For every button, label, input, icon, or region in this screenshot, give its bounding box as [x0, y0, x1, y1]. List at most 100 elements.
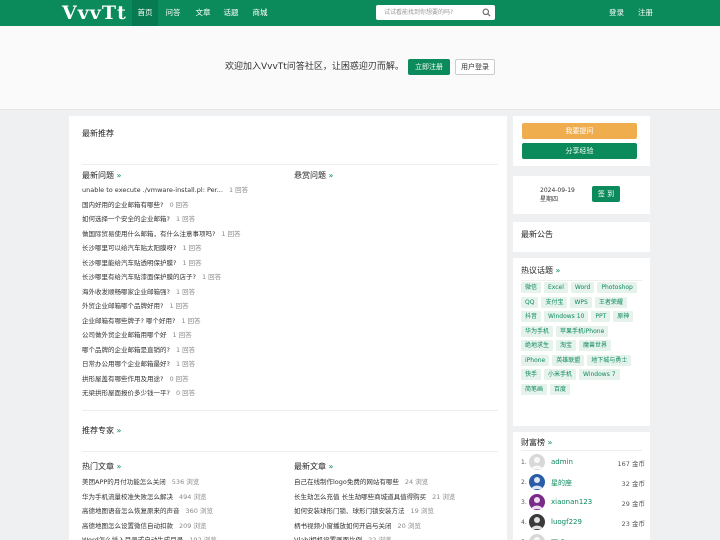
article-title[interactable]: 高德地图语音怎么恢复原来的声音	[82, 507, 180, 515]
topic-tag[interactable]: Windows 7	[579, 369, 620, 380]
question-item[interactable]: 如何选择一个安全的企业邮箱? 1 回答	[82, 212, 248, 227]
topic-tag[interactable]: Excel	[544, 282, 568, 293]
question-item[interactable]: 哪个品牌的企业邮箱是直销的? 1 回答	[82, 343, 248, 358]
login-button[interactable]: 用户登录	[455, 59, 495, 75]
topic-tag[interactable]: Word	[570, 282, 595, 293]
article-item[interactable]: 如何安装球形门锁、球形门锁安装方法 19 浏览	[294, 504, 455, 519]
article-title[interactable]: 华为手机流量校准失败怎么解决	[82, 493, 173, 501]
question-title[interactable]: 做国际贸易使用什么邮箱，有什么注意事项吗?	[82, 230, 215, 238]
article-title[interactable]: 自己在线制作logo免费的网站有哪些	[294, 478, 399, 486]
article-item[interactable]: Vlabi相机设置画面比例 22 浏览	[294, 533, 455, 540]
nav-articles[interactable]: 文章	[190, 0, 216, 26]
question-item[interactable]: 海外收发顺畅哪家企业邮箱强? 1 回答	[82, 285, 248, 300]
question-item[interactable]: 企业邮箱有哪些牌子? 哪个好用? 1 回答	[82, 314, 248, 329]
signin-button[interactable]: 签 到	[592, 186, 620, 202]
nav-questions[interactable]: 问答	[160, 0, 186, 26]
question-title[interactable]: 国内好用的企业邮箱有哪些?	[82, 201, 163, 209]
article-item[interactable]: 高德地图语音怎么恢复原来的声音 360 浏览	[82, 504, 217, 519]
question-title[interactable]: 长沙哪里可以给汽车贴太阳膜呀?	[82, 244, 176, 252]
username[interactable]: admin	[551, 458, 573, 466]
nav-home[interactable]: 首页	[132, 0, 158, 26]
topic-tag[interactable]: 支付宝	[541, 296, 568, 308]
avatar[interactable]	[529, 474, 545, 490]
article-title[interactable]: 高德地图怎么设置微信自动扣款	[82, 522, 173, 530]
question-item[interactable]: 拱形屋盖有哪些作用及用途? 0 回答	[82, 372, 248, 387]
question-title[interactable]: 外贸企业邮箱哪个品牌好用?	[82, 302, 163, 310]
question-title[interactable]: 拱形屋盖有哪些作用及用途?	[82, 375, 163, 383]
question-title[interactable]: 无梁拱形屋面报价多少钱一平?	[82, 389, 170, 397]
nav-login-link[interactable]: 登录	[609, 0, 624, 26]
article-title[interactable]: 柄书视频小窗播放如何开启与关闭	[294, 522, 392, 530]
question-item[interactable]: 外贸企业邮箱哪个品牌好用? 1 回答	[82, 299, 248, 314]
article-title[interactable]: Vlabi相机设置画面比例	[294, 536, 362, 540]
avatar[interactable]	[529, 494, 545, 510]
avatar[interactable]	[529, 514, 545, 530]
question-title[interactable]: 长沙哪里有给汽车贴漆面保护膜的店子?	[82, 273, 196, 281]
hot-articles-title[interactable]: 热门文章 »	[82, 462, 121, 472]
topic-tag[interactable]: 抖音	[521, 311, 542, 322]
topic-tag[interactable]: 英雄联盟	[552, 354, 585, 366]
question-item[interactable]: 无梁拱形屋面报价多少钱一平? 0 回答	[82, 386, 248, 401]
topic-tag[interactable]: 华为手机	[521, 325, 554, 337]
question-title[interactable]: 海外收发顺畅哪家企业邮箱强?	[82, 288, 170, 296]
topic-tag[interactable]: Photoshop	[597, 282, 637, 293]
topic-tag[interactable]: Windows 10	[544, 311, 589, 322]
search-icon[interactable]	[482, 8, 491, 17]
question-title[interactable]: 长沙哪里能给汽车贴透明保护膜?	[82, 259, 176, 267]
question-item[interactable]: 日常办公用哪个企业邮箱最好? 1 回答	[82, 357, 248, 372]
nav-register-link[interactable]: 注册	[638, 0, 653, 26]
site-logo[interactable]: VvvTt	[62, 2, 127, 24]
rich-list-title[interactable]: 财富榜 »	[521, 438, 552, 448]
article-title[interactable]: 长生劫怎么充值 长生劫哪些商城道具值得购买	[294, 493, 426, 501]
article-item[interactable]: Word怎么插入目录或自动生成目录 192 浏览	[82, 533, 217, 540]
nav-topics[interactable]: 话题	[218, 0, 244, 26]
rich-list-item[interactable]: 5.甄鸡23 金币	[521, 534, 645, 540]
question-title[interactable]: 公司做外贸企业邮箱用哪个好	[82, 331, 167, 339]
article-title[interactable]: 如何安装球形门锁、球形门锁安装方法	[294, 507, 405, 515]
rich-list-item[interactable]: 2. 星的座 32 金币	[521, 474, 645, 492]
ask-question-button[interactable]: 我要提问	[522, 123, 637, 139]
avatar[interactable]	[529, 454, 545, 470]
register-button[interactable]: 立即注册	[408, 59, 450, 75]
topic-tag[interactable]: 原神	[613, 311, 634, 322]
topic-tag[interactable]: 百度	[550, 383, 571, 395]
question-title[interactable]: 日常办公用哪个企业邮箱最好?	[82, 360, 170, 368]
topic-tag[interactable]: PPT	[591, 311, 611, 322]
article-title[interactable]: 美团APP的月付功能怎么关闭	[82, 478, 166, 486]
reward-questions-title[interactable]: 悬赏问题 »	[294, 171, 333, 181]
rich-list-item[interactable]: 3. xiaonan123 29 金币	[521, 494, 645, 512]
topic-tag[interactable]: 苹果手机iPhone	[556, 325, 609, 337]
question-item[interactable]: 长沙哪里有给汽车贴漆面保护膜的店子? 1 回答	[82, 270, 248, 285]
nav-mall[interactable]: 商城	[247, 0, 273, 26]
topic-tag[interactable]: 地下城与勇士	[587, 354, 632, 366]
topic-tag[interactable]: 绝地求生	[521, 340, 554, 351]
article-item[interactable]: 美团APP的月付功能怎么关闭 536 浏览	[82, 475, 217, 490]
question-item[interactable]: 做国际贸易使用什么邮箱，有什么注意事项吗? 1 回答	[82, 227, 248, 242]
username[interactable]: 星的座	[551, 478, 572, 488]
question-title[interactable]: 如何选择一个安全的企业邮箱?	[82, 215, 170, 223]
username[interactable]: luogf229	[551, 518, 582, 526]
topic-tag[interactable]: 魔兽世界	[579, 340, 612, 351]
rich-list-item[interactable]: 1. admin 167 金币	[521, 454, 645, 472]
question-item[interactable]: 公司做外贸企业邮箱用哪个好 1 回答	[82, 328, 248, 343]
article-item[interactable]: 高德地图怎么设置微信自动扣款 209 浏览	[82, 519, 217, 534]
article-title[interactable]: Word怎么插入目录或自动生成目录	[82, 536, 183, 540]
topic-tag[interactable]: 简笔画	[521, 383, 548, 395]
article-item[interactable]: 柄书视频小窗播放如何开启与关闭 20 浏览	[294, 519, 455, 534]
latest-articles-title[interactable]: 最新文章 »	[294, 462, 333, 472]
question-title[interactable]: 哪个品牌的企业邮箱是直销的?	[82, 346, 170, 354]
topic-tag[interactable]: 淘宝	[556, 340, 577, 351]
share-experience-button[interactable]: 分享经验	[522, 143, 637, 159]
article-item[interactable]: 自己在线制作logo免费的网站有哪些 24 浏览	[294, 475, 455, 490]
article-item[interactable]: 华为手机流量校准失败怎么解决 494 浏览	[82, 490, 217, 505]
question-item[interactable]: 长沙哪里可以给汽车贴太阳膜呀? 1 回答	[82, 241, 248, 256]
topic-tag[interactable]: iPhone	[521, 354, 550, 366]
topic-tag[interactable]: 微信	[521, 282, 542, 293]
question-title[interactable]: 企业邮箱有哪些牌子? 哪个好用?	[82, 317, 175, 325]
rich-list-item[interactable]: 4. luogf229 23 金币	[521, 514, 645, 532]
question-item[interactable]: unable to execute ./vmware-install.pl: P…	[82, 183, 248, 198]
search-input[interactable]	[376, 5, 476, 20]
topic-tag[interactable]: WPS	[570, 296, 592, 308]
topic-tag[interactable]: 小米手机	[544, 369, 577, 380]
article-item[interactable]: 长生劫怎么充值 长生劫哪些商城道具值得购买 21 浏览	[294, 490, 455, 505]
